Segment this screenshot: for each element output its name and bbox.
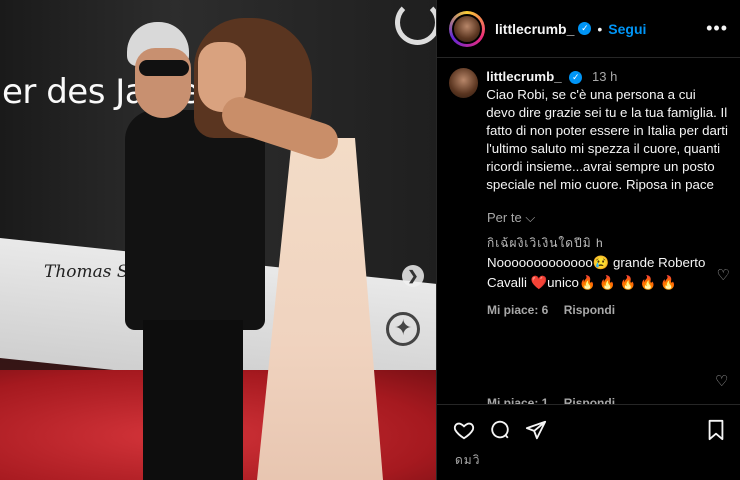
share-icon[interactable] xyxy=(523,417,549,443)
caption-text: Ciao Robi, se c'è una persona a cui devo… xyxy=(486,87,728,192)
heart-icon[interactable]: ♡ xyxy=(715,372,728,390)
comment-icon[interactable] xyxy=(487,417,513,443)
likers-text[interactable]: ดมวิ xyxy=(437,443,740,470)
post-sidebar: littlecrumb_ ✓ • Segui ••• littlecrumb_ … xyxy=(436,0,740,480)
separator-dot: • xyxy=(597,20,603,37)
mercedes-logo xyxy=(386,312,420,346)
carousel-next-button[interactable]: ❯ xyxy=(402,265,424,287)
more-icon[interactable]: ••• xyxy=(706,18,728,39)
comment-actions: Mi piace: 6 Rispondi xyxy=(487,303,728,317)
heart-icon[interactable]: ♡ xyxy=(717,266,730,284)
post-photo[interactable]: er des Jahres 20 Thomas Sabo ❯ xyxy=(0,0,436,480)
comment-item: กิเฉ้ผงิเวิเงินใดปีมิ h Nooooooooooooo😢 … xyxy=(437,226,740,317)
post-time: 13 h xyxy=(592,69,618,84)
comment-likes[interactable]: Mi piace: 6 xyxy=(487,303,548,317)
author-avatar[interactable] xyxy=(449,10,485,47)
caption-avatar[interactable] xyxy=(449,68,479,98)
verified-icon: ✓ xyxy=(578,22,592,35)
chevron-down-icon: ⌵ xyxy=(525,210,536,225)
post-header: littlecrumb_ ✓ • Segui ••• xyxy=(437,0,740,58)
woman-figure xyxy=(190,18,390,480)
post-caption: littlecrumb_ ✓ 13 h Ciao Robi, se c'è un… xyxy=(437,58,740,194)
bookmark-icon[interactable] xyxy=(703,417,729,443)
verified-icon: ✓ xyxy=(569,70,583,84)
comment-text: Nooooooooooooo😢 grande Roberto Cavalli ❤… xyxy=(487,255,706,290)
chevron-right-icon: ❯ xyxy=(407,268,419,283)
comment-actions-cut: Mi piace: 1 Rispondi xyxy=(487,396,627,404)
reply-button[interactable]: Rispondi xyxy=(564,303,615,317)
caption-username[interactable]: littlecrumb_ xyxy=(486,69,561,84)
author-username[interactable]: littlecrumb_ xyxy=(495,21,574,37)
reply-button[interactable]: Rispondi xyxy=(564,396,615,404)
comment-likes[interactable]: Mi piace: 1 xyxy=(487,396,548,404)
comment-header: กิเฉ้ผงิเวิเงินใดปีมิ h xyxy=(487,236,604,250)
heart-icon[interactable] xyxy=(451,417,477,443)
action-bar: ดมวิ xyxy=(437,404,740,480)
event-logo xyxy=(395,0,436,45)
follow-button[interactable]: Segui xyxy=(608,21,646,37)
translate-label: Per te xyxy=(487,210,522,225)
translate-toggle[interactable]: Per te ⌵ xyxy=(437,194,740,226)
